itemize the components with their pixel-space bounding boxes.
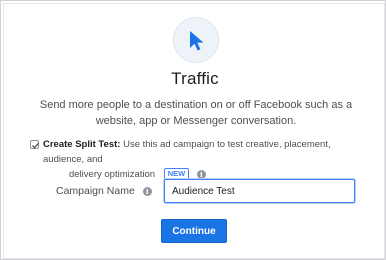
campaign-name-label-row: Campaign Name i <box>56 185 152 197</box>
split-test-label: Create Split Test: <box>43 139 121 150</box>
campaign-name-label: Campaign Name <box>56 185 135 197</box>
split-test-checkbox[interactable] <box>30 140 40 149</box>
split-test-description-line2: delivery optimization <box>69 169 156 180</box>
objective-description: Send more people to a destination on or … <box>39 99 353 127</box>
info-icon[interactable]: i <box>196 170 206 179</box>
dialog-panel: Traffic Send more people to a destinatio… <box>3 3 385 259</box>
objective-title: Traffic <box>171 69 219 88</box>
info-icon[interactable]: i <box>142 187 152 196</box>
campaign-name-input[interactable] <box>164 179 355 203</box>
cursor-arrow-icon <box>173 17 219 63</box>
campaign-objective-dialog: Traffic Send more people to a destinatio… <box>0 0 386 260</box>
continue-button[interactable]: Continue <box>161 219 227 243</box>
